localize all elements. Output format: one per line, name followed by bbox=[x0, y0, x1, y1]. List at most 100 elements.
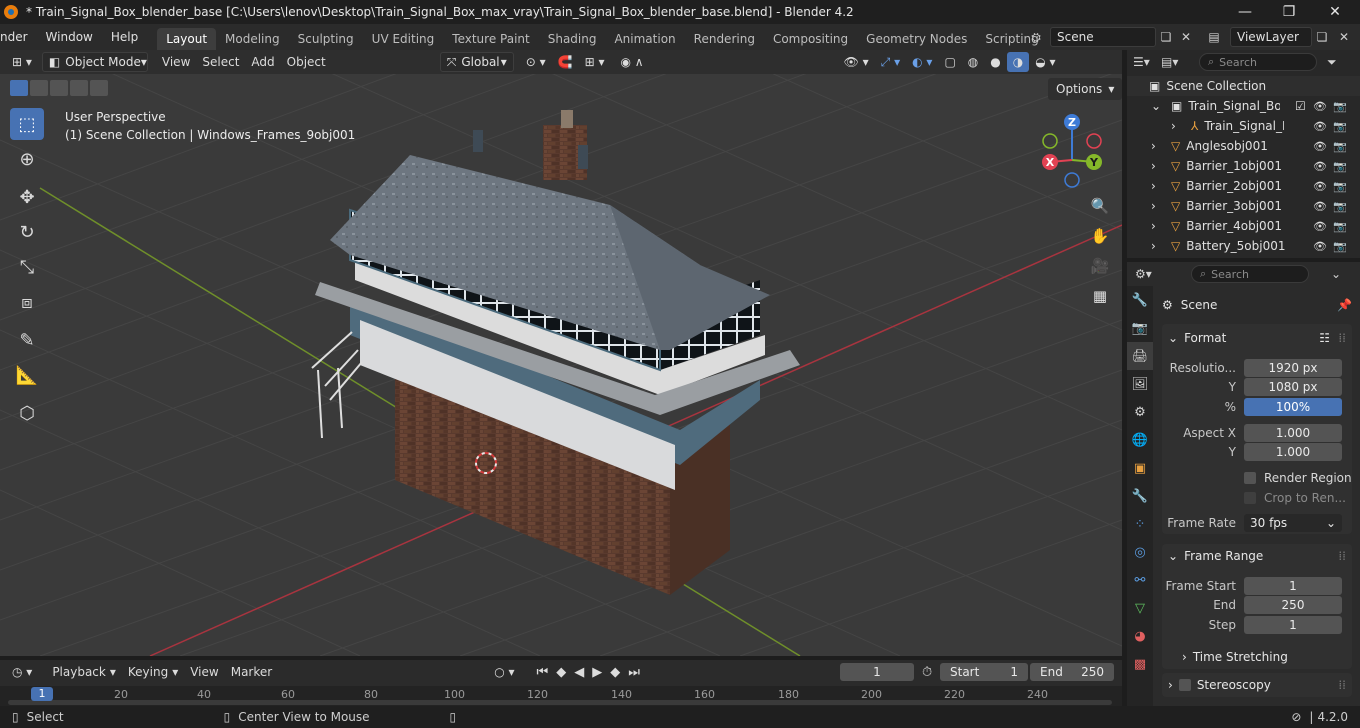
stereoscopy-checkbox[interactable] bbox=[1178, 679, 1191, 691]
play-reverse-icon[interactable]: ◀ bbox=[574, 665, 584, 680]
tab-animation[interactable]: Animation bbox=[605, 28, 684, 50]
xray-toggle-icon[interactable]: ▢ bbox=[938, 52, 961, 72]
outliner-editor-icon[interactable]: ☰▾ bbox=[1133, 55, 1155, 69]
chevron-right-icon[interactable]: › bbox=[1151, 219, 1165, 233]
tab-shading[interactable]: Shading bbox=[539, 28, 606, 50]
neg-z-handle[interactable] bbox=[1064, 172, 1080, 188]
aspect-x-field[interactable]: 1.000 bbox=[1244, 424, 1342, 442]
eye-icon[interactable]: 👁 bbox=[1313, 140, 1327, 153]
end-frame-field[interactable]: End 250 bbox=[1030, 663, 1114, 681]
outliner-row-object[interactable]: › ▽ Battery_5obj001 👁 📷 bbox=[1127, 236, 1360, 256]
move-tool-icon[interactable]: ✥ bbox=[10, 181, 44, 213]
resolution-x-field[interactable]: 1920 px bbox=[1244, 359, 1342, 377]
menu-window[interactable]: Window bbox=[37, 24, 102, 50]
chevron-down-icon[interactable]: ⌄ bbox=[1331, 267, 1341, 281]
new-scene-icon[interactable]: ❏ bbox=[1156, 27, 1176, 47]
texture-tab-icon[interactable]: ▩ bbox=[1127, 650, 1153, 678]
outliner-row-collection[interactable]: ⌄ ▣ Train_Signal_Box_la ☑ 👁 📷 bbox=[1127, 96, 1360, 116]
tab-uv-editing[interactable]: UV Editing bbox=[363, 28, 444, 50]
neg-y-handle[interactable] bbox=[1042, 133, 1058, 149]
tab-compositing[interactable]: Compositing bbox=[764, 28, 857, 50]
proportional-edit-icon[interactable]: ◉ ∧ bbox=[615, 52, 650, 72]
chevron-right-icon[interactable]: › bbox=[1171, 119, 1185, 133]
camera-icon[interactable]: 📷 bbox=[1333, 220, 1347, 233]
camera-icon[interactable]: 📷 bbox=[1333, 180, 1347, 193]
close-button[interactable]: ✕ bbox=[1312, 0, 1358, 24]
playhead-marker[interactable]: 1 bbox=[31, 687, 53, 701]
timeline-ruler[interactable]: 1 20 40 60 80 100 120 140 160 180 200 22… bbox=[0, 686, 1122, 706]
transform-tool-icon[interactable]: ⧈ bbox=[10, 286, 44, 318]
viewlayer-browse-icon[interactable]: ▤ bbox=[1204, 27, 1224, 47]
camera-icon[interactable]: 📷 bbox=[1333, 160, 1347, 173]
auto-keying-icon[interactable]: ○ ▾ bbox=[488, 662, 520, 682]
eye-icon[interactable]: 👁 bbox=[1313, 220, 1327, 233]
mode-selector[interactable]: ◧ Object Mode ▾ bbox=[41, 52, 148, 72]
camera-icon[interactable]: 📷 bbox=[1333, 200, 1347, 213]
shading-rendered-icon[interactable]: ◒ ▾ bbox=[1029, 52, 1061, 72]
select-intersect-icon[interactable] bbox=[90, 80, 108, 96]
jump-end-icon[interactable]: ⏭ bbox=[628, 665, 640, 680]
constraints-tab-icon[interactable]: ⚯ bbox=[1127, 566, 1153, 594]
chevron-down-icon[interactable]: ⌄ bbox=[1151, 99, 1165, 113]
keying-menu[interactable]: Keying ▾ bbox=[122, 662, 184, 682]
timeline-view-menu[interactable]: View bbox=[184, 662, 224, 682]
particles-tab-icon[interactable]: ⁘ bbox=[1127, 510, 1153, 538]
cursor-tool-icon[interactable]: ⊕ bbox=[10, 143, 44, 175]
crop-row[interactable]: Crop to Ren... bbox=[1162, 488, 1352, 508]
select-box-tool-icon[interactable]: ⬚ bbox=[10, 108, 44, 140]
new-viewlayer-icon[interactable]: ❏ bbox=[1312, 27, 1332, 47]
rotate-tool-icon[interactable]: ↻ bbox=[10, 216, 44, 248]
play-icon[interactable]: ▶ bbox=[592, 665, 602, 680]
chevron-right-icon[interactable]: › bbox=[1151, 159, 1165, 173]
scene-browse-icon[interactable]: ⛭ bbox=[1026, 27, 1046, 47]
modifier-tab-icon[interactable]: 🔧 bbox=[1127, 482, 1153, 510]
scene-tab-icon[interactable]: ⚙ bbox=[1127, 398, 1153, 426]
pin-icon[interactable]: 📌 bbox=[1337, 298, 1352, 312]
world-tab-icon[interactable]: 🌐 bbox=[1127, 426, 1153, 454]
shading-solid-icon[interactable]: ● bbox=[984, 52, 1006, 72]
menu-help[interactable]: Help bbox=[102, 24, 147, 50]
chevron-right-icon[interactable]: › bbox=[1151, 199, 1165, 213]
camera-icon[interactable]: 📷 bbox=[1333, 120, 1347, 133]
maximize-button[interactable]: ❐ bbox=[1266, 0, 1312, 24]
properties-search-input[interactable]: ⌕ Search bbox=[1191, 265, 1309, 283]
visibility-icon[interactable]: 👁 ▾ bbox=[838, 52, 875, 72]
menu-view[interactable]: View bbox=[156, 52, 196, 72]
start-frame-field[interactable]: Start 1 bbox=[940, 663, 1028, 681]
outliner-row-object[interactable]: › ▽ Barrier_1obj001 👁 📷 bbox=[1127, 156, 1360, 176]
scene-selector[interactable]: Scene bbox=[1050, 27, 1156, 47]
tab-sculpting[interactable]: Sculpting bbox=[289, 28, 363, 50]
drag-handle-icon[interactable]: ⁞⁞ bbox=[1338, 549, 1346, 563]
select-new-icon[interactable] bbox=[10, 80, 28, 96]
jump-start-icon[interactable]: ⏮ bbox=[537, 665, 549, 680]
outliner-row-child[interactable]: › ⅄ Train_Signal_Bo 👁 📷 bbox=[1127, 116, 1360, 136]
tab-layout[interactable]: Layout bbox=[157, 28, 217, 50]
options-dropdown[interactable]: Options ▾ bbox=[1048, 78, 1122, 100]
menu-add[interactable]: Add bbox=[245, 52, 280, 72]
material-tab-icon[interactable]: ◕ bbox=[1127, 622, 1153, 650]
checkbox-icon[interactable]: ☑ bbox=[1295, 99, 1306, 113]
render-tab-icon[interactable]: 📷 bbox=[1127, 314, 1153, 342]
eye-icon[interactable]: 👁 bbox=[1313, 160, 1327, 173]
crop-checkbox[interactable] bbox=[1244, 492, 1256, 504]
frame-range-header[interactable]: ⌄ Frame Range ⁞⁞ bbox=[1162, 545, 1352, 567]
tab-rendering[interactable]: Rendering bbox=[685, 28, 764, 50]
snap-icon[interactable]: 🧲 bbox=[552, 52, 579, 72]
add-cube-tool-icon[interactable]: ⬡ bbox=[10, 397, 44, 429]
annotate-tool-icon[interactable]: ✎ bbox=[10, 324, 44, 356]
outliner-row-object[interactable]: › ▽ Barrier_3obj001 👁 📷 bbox=[1127, 196, 1360, 216]
camera-icon[interactable]: 📷 bbox=[1333, 140, 1347, 153]
outliner-row-object[interactable]: › ▽ Barrier_4obj001 👁 📷 bbox=[1127, 216, 1360, 236]
view-layer-tab-icon[interactable]: 🖼 bbox=[1127, 370, 1153, 398]
object-tab-icon[interactable]: ▣ bbox=[1127, 454, 1153, 482]
snap-target-icon[interactable]: ⊞ ▾ bbox=[579, 52, 611, 72]
drag-handle-icon[interactable]: ⁞⁞ bbox=[1338, 331, 1346, 345]
timeline-scrollbar[interactable] bbox=[8, 700, 1112, 705]
aspect-y-field[interactable]: 1.000 bbox=[1244, 443, 1342, 461]
pan-hand-icon[interactable]: ✋ bbox=[1086, 222, 1114, 250]
jump-keyframe-back-icon[interactable]: ◆ bbox=[556, 665, 566, 680]
overlay-toggle-icon[interactable]: ◐ ▾ bbox=[906, 52, 938, 72]
menu-select[interactable]: Select bbox=[196, 52, 245, 72]
marker-menu[interactable]: Marker bbox=[225, 662, 278, 682]
properties-editor-icon[interactable]: ⚙▾ bbox=[1135, 267, 1165, 281]
